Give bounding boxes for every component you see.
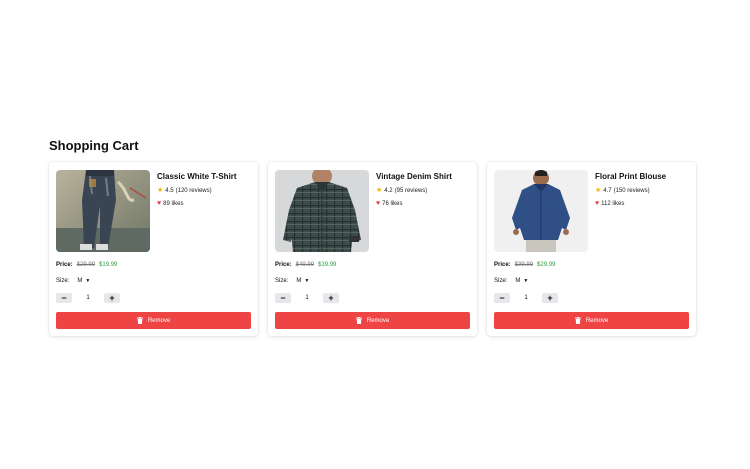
product-name: Classic White T-Shirt (157, 172, 237, 181)
quantity-stepper: − 1 + (56, 293, 251, 303)
product-image (494, 170, 588, 252)
chevron-down-icon: ▼ (85, 278, 91, 284)
remove-button[interactable]: Remove (56, 312, 251, 329)
size-value: M (77, 278, 83, 284)
decrease-quantity-button[interactable]: − (494, 293, 510, 303)
product-rating: ★ 4.7 (150 reviews) (595, 187, 666, 194)
chevron-down-icon: ▼ (523, 278, 529, 284)
cart-item: Vintage Denim Shirt ★ 4.2 (95 reviews) ♥… (268, 162, 477, 336)
price-row: Price: $49.99 $39.99 (275, 262, 470, 268)
trash-icon (355, 317, 362, 324)
price-label: Price: (275, 262, 292, 268)
review-count: (120 reviews) (175, 187, 212, 194)
original-price: $49.99 (295, 262, 315, 268)
size-row: Size: M ▼ (494, 277, 689, 285)
price-label: Price: (56, 262, 73, 268)
cart-item: Floral Print Blouse ★ 4.7 (150 reviews) … (487, 162, 696, 336)
quantity-value[interactable]: 1 (297, 293, 317, 303)
product-likes: ♥ 76 likes (376, 200, 452, 207)
size-select[interactable]: M ▼ (75, 277, 92, 285)
price-label: Price: (494, 262, 511, 268)
star-icon: ★ (376, 187, 383, 194)
price-row: Price: $39.99 $29.99 (494, 262, 689, 268)
heart-icon: ♥ (376, 200, 381, 207)
cart-list: Classic White T-Shirt ★ 4.5 (120 reviews… (49, 162, 696, 336)
increase-quantity-button[interactable]: + (542, 293, 558, 303)
size-label: Size: (275, 278, 289, 284)
product-image (56, 170, 150, 252)
size-label: Size: (494, 278, 508, 284)
product-photo-blue-shirt (494, 170, 588, 252)
trash-icon (136, 317, 143, 324)
size-value: M (296, 278, 302, 284)
product-likes: ♥ 89 likes (157, 200, 237, 207)
sale-price: $19.99 (99, 262, 118, 268)
cart-item: Classic White T-Shirt ★ 4.5 (120 reviews… (49, 162, 258, 336)
quantity-stepper: − 1 + (275, 293, 470, 303)
size-select[interactable]: M ▼ (294, 277, 311, 285)
likes-count: 89 likes (163, 200, 184, 207)
product-likes: ♥ 112 likes (595, 200, 666, 207)
trash-icon (574, 317, 581, 324)
remove-button[interactable]: Remove (494, 312, 689, 329)
review-count: (95 reviews) (394, 187, 428, 194)
decrease-quantity-button[interactable]: − (56, 293, 72, 303)
heart-icon: ♥ (595, 200, 600, 207)
remove-label: Remove (366, 317, 390, 324)
quantity-stepper: − 1 + (494, 293, 689, 303)
rating-value: 4.7 (603, 187, 612, 194)
decrease-quantity-button[interactable]: − (275, 293, 291, 303)
product-rating: ★ 4.5 (120 reviews) (157, 187, 237, 194)
size-select[interactable]: M ▼ (513, 277, 530, 285)
page-title: Shopping Cart (49, 138, 139, 153)
size-row: Size: M ▼ (56, 277, 251, 285)
likes-count: 76 likes (382, 200, 403, 207)
size-row: Size: M ▼ (275, 277, 470, 285)
remove-label: Remove (147, 317, 171, 324)
size-label: Size: (56, 278, 70, 284)
review-count: (150 reviews) (613, 187, 650, 194)
price-row: Price: $29.99 $19.99 (56, 262, 251, 268)
increase-quantity-button[interactable]: + (323, 293, 339, 303)
product-image (275, 170, 369, 252)
quantity-value[interactable]: 1 (516, 293, 536, 303)
product-photo-plaid-shirt (275, 170, 369, 252)
product-name: Vintage Denim Shirt (376, 172, 452, 181)
likes-count: 112 likes (601, 200, 625, 207)
remove-label: Remove (585, 317, 609, 324)
chevron-down-icon: ▼ (304, 278, 310, 284)
sale-price: $29.99 (537, 262, 556, 268)
product-name: Floral Print Blouse (595, 172, 667, 181)
sale-price: $39.99 (318, 262, 337, 268)
star-icon: ★ (595, 187, 602, 194)
remove-button[interactable]: Remove (275, 312, 470, 329)
rating-value: 4.2 (384, 187, 393, 194)
size-value: M (515, 278, 521, 284)
heart-icon: ♥ (157, 200, 162, 207)
rating-value: 4.5 (165, 187, 174, 194)
product-photo-jeans (56, 170, 150, 252)
star-icon: ★ (157, 187, 164, 194)
product-rating: ★ 4.2 (95 reviews) (376, 187, 452, 194)
original-price: $29.99 (76, 262, 96, 268)
increase-quantity-button[interactable]: + (104, 293, 120, 303)
original-price: $39.99 (514, 262, 534, 268)
quantity-value[interactable]: 1 (78, 293, 98, 303)
